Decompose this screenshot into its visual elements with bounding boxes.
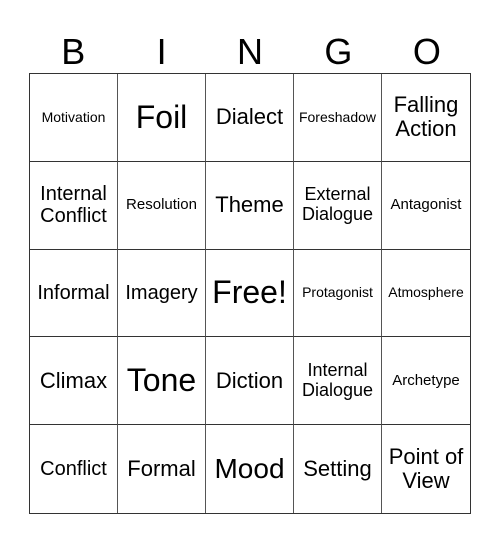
bingo-cell-label: Point of View bbox=[388, 443, 464, 494]
bingo-cell-label: Diction bbox=[215, 367, 284, 393]
bingo-cell[interactable]: Mood bbox=[206, 425, 294, 513]
bingo-cell[interactable]: Resolution bbox=[118, 161, 206, 250]
bingo-cell[interactable]: Setting bbox=[294, 425, 382, 513]
bingo-cell-label: Theme bbox=[215, 192, 284, 218]
bingo-cell[interactable]: Falling Action bbox=[382, 74, 470, 162]
bingo-cell-label: Archetype bbox=[392, 371, 460, 389]
bingo-cell-label: Tone bbox=[126, 362, 197, 399]
bingo-cell-label: Dialect bbox=[215, 104, 284, 130]
bingo-cell-label: External Dialogue bbox=[301, 184, 374, 225]
bingo-cell[interactable]: Diction bbox=[206, 337, 294, 426]
bingo-cell[interactable]: Tone bbox=[118, 337, 206, 426]
header-letter-o: O bbox=[412, 31, 441, 72]
bingo-cell[interactable]: Dialect bbox=[206, 74, 294, 162]
header-letter-n: N bbox=[237, 31, 264, 72]
header-letter-g: G bbox=[324, 31, 353, 72]
bingo-header: B I N G O bbox=[29, 30, 471, 74]
bingo-cell[interactable]: Theme bbox=[206, 161, 294, 250]
bingo-cell-label: Formal bbox=[127, 456, 196, 481]
bingo-cell[interactable]: Protagonist bbox=[294, 249, 382, 338]
bingo-cell-label: Atmosphere bbox=[388, 284, 464, 301]
bingo-cell[interactable]: Internal Conflict bbox=[30, 161, 118, 250]
bingo-cell[interactable]: External Dialogue bbox=[294, 161, 382, 250]
bingo-cell-label: Foil bbox=[135, 98, 188, 135]
bingo-cell-label: Falling Action bbox=[393, 92, 459, 142]
header-letter-i: I bbox=[156, 31, 167, 72]
bingo-cell-label: Climax bbox=[39, 367, 108, 393]
bingo-cell-label: Internal Conflict bbox=[40, 183, 107, 228]
bingo-cell[interactable]: Internal Dialogue bbox=[294, 337, 382, 426]
bingo-cell-label: Antagonist bbox=[390, 195, 462, 213]
bingo-cell-label: Free! bbox=[212, 274, 287, 311]
header-letter-b: B bbox=[61, 31, 86, 72]
bingo-cell[interactable]: Antagonist bbox=[382, 162, 470, 250]
bingo-cell[interactable]: Point of View bbox=[382, 425, 470, 513]
bingo-cell[interactable]: Formal bbox=[118, 425, 206, 513]
bingo-cell-label: Protagonist bbox=[302, 284, 373, 301]
bingo-cell-label: Informal bbox=[37, 281, 110, 304]
bingo-cell-label: Conflict bbox=[40, 458, 107, 481]
bingo-cell[interactable]: Archetype bbox=[382, 337, 470, 426]
bingo-cell[interactable]: Climax bbox=[30, 337, 118, 426]
bingo-cell[interactable]: Motivation bbox=[30, 74, 118, 162]
bingo-cell[interactable]: Conflict bbox=[30, 425, 118, 513]
bingo-cell-label: Foreshadow bbox=[298, 108, 377, 125]
bingo-cell[interactable]: Atmosphere bbox=[382, 250, 470, 338]
bingo-cell[interactable]: Foil bbox=[118, 74, 206, 162]
bingo-cell[interactable]: Foreshadow bbox=[294, 74, 382, 162]
bingo-grid: Motivation Foil Dialect Foreshadow Falling A… bbox=[29, 73, 471, 514]
bingo-cell-label: Motivation bbox=[41, 108, 106, 125]
bingo-cell[interactable]: Imagery bbox=[118, 249, 206, 338]
bingo-cell-label: Imagery bbox=[125, 281, 198, 304]
bingo-cell-label: Internal Dialogue bbox=[301, 359, 374, 400]
bingo-cell-label: Mood bbox=[214, 452, 285, 484]
bingo-cell-label: Resolution bbox=[126, 195, 197, 213]
bingo-cell[interactable]: Free! bbox=[206, 249, 294, 338]
bingo-cell[interactable]: Informal bbox=[30, 249, 118, 338]
bingo-cell-label: Setting bbox=[303, 456, 372, 481]
